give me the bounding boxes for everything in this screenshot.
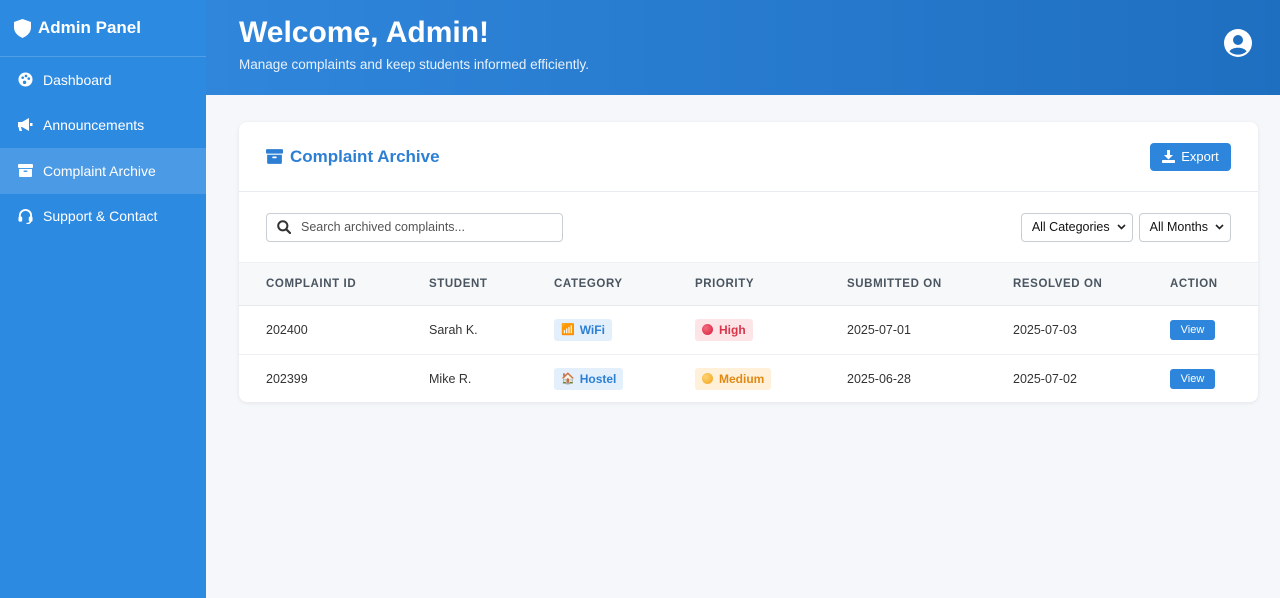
chevron-down-icon	[1215, 224, 1224, 230]
sidebar-item-support[interactable]: Support & Contact	[0, 194, 206, 240]
wifi-icon: 📶	[561, 324, 575, 337]
priority-badge: Medium	[695, 367, 772, 390]
cell-complaint-id: 202400	[266, 322, 308, 337]
complaints-table: Complaint ID Student Category Priority S…	[239, 262, 1258, 402]
brand-title: Admin Panel	[38, 18, 141, 37]
cell-resolved-on: 2025-07-02	[1013, 371, 1077, 386]
cell-category: 📶 WiFi	[554, 306, 695, 355]
view-button[interactable]: View	[1170, 319, 1215, 340]
complaint-archive-card: Complaint Archive Export All Categories …	[239, 122, 1258, 402]
page-title: Welcome, Admin!	[239, 16, 490, 49]
house-icon: 🏠	[561, 373, 575, 385]
shield-icon	[14, 18, 31, 38]
cell-resolved-on: 2025-07-03	[1013, 322, 1077, 337]
chevron-down-icon	[1117, 224, 1126, 230]
sidebar-item-label: Dashboard	[43, 71, 112, 88]
sidebar-item-label: Complaint Archive	[43, 162, 156, 179]
search-box[interactable]	[266, 212, 563, 242]
page-subtitle: Manage complaints and keep students info…	[239, 57, 589, 72]
cell-priority: High	[695, 306, 847, 355]
card-title: Complaint Archive	[266, 147, 440, 167]
sidebar: Admin Panel Dashboard Announcements Comp…	[0, 0, 206, 598]
download-icon	[1162, 150, 1176, 163]
megaphone-icon	[17, 117, 33, 133]
priority-label: Medium	[719, 371, 765, 386]
view-button[interactable]: View	[1170, 368, 1215, 389]
th-category: Category	[554, 278, 623, 290]
month-select[interactable]: All Months	[1138, 212, 1231, 242]
category-select[interactable]: All Categories	[1020, 212, 1133, 242]
cell-complaint-id: 202399	[266, 371, 308, 386]
cell-submitted-on: 2025-07-01	[847, 322, 911, 337]
red-circle-icon	[702, 324, 713, 336]
category-select-value: All Categories	[1031, 220, 1110, 234]
sidebar-item-label: Support & Contact	[43, 208, 158, 225]
th-priority: Priority	[695, 278, 755, 290]
card-header: Complaint Archive Export	[239, 122, 1258, 192]
sidebar-item-label: Announcements	[43, 117, 145, 134]
month-select-value: All Months	[1149, 220, 1208, 234]
priority-label: High	[719, 322, 746, 337]
category-label: Hostel	[579, 371, 617, 386]
table-row: 202400 Sarah K. 📶 WiFi High 2025-07-01 2…	[239, 306, 1258, 355]
sidebar-item-announcements[interactable]: Announcements	[0, 103, 206, 149]
sidebar-item-complaint-archive[interactable]: Complaint Archive	[0, 148, 206, 194]
export-label: Export	[1181, 149, 1219, 164]
table-header-row: Complaint ID Student Category Priority S…	[239, 262, 1258, 306]
search-icon	[277, 220, 291, 234]
headset-icon	[17, 208, 33, 224]
category-badge: 📶 WiFi	[554, 318, 612, 341]
cell-student: Sarah K.	[429, 322, 478, 337]
th-action: Action	[1170, 278, 1218, 290]
table-row: 202399 Mike R. 🏠 Hostel Medium 2025-06-2…	[239, 354, 1258, 402]
th-student: Student	[429, 278, 488, 290]
category-label: WiFi	[579, 322, 605, 337]
orange-circle-icon	[702, 373, 713, 384]
cell-action: View	[1170, 306, 1258, 355]
category-badge: 🏠 Hostel	[554, 367, 624, 390]
cell-student: Mike R.	[429, 371, 472, 386]
filter-toolbar: All Categories All Months	[239, 192, 1258, 262]
export-button[interactable]: Export	[1150, 142, 1231, 171]
palette-icon	[17, 72, 33, 88]
cell-priority: Medium	[695, 354, 847, 402]
th-submitted-on: Submitted On	[847, 278, 942, 290]
cell-action: View	[1170, 354, 1258, 402]
page-header: Welcome, Admin! Manage complaints and ke…	[206, 0, 1280, 95]
archive-icon	[266, 149, 283, 164]
cell-submitted-on: 2025-06-28	[847, 371, 911, 386]
th-complaint-id: Complaint ID	[266, 278, 357, 290]
archive-icon	[17, 163, 33, 179]
th-resolved-on: Resolved On	[1013, 278, 1103, 290]
filter-selects: All Categories All Months	[1020, 212, 1231, 242]
priority-badge: High	[695, 318, 753, 341]
cell-category: 🏠 Hostel	[554, 354, 695, 402]
search-input[interactable]	[301, 220, 541, 234]
sidebar-item-dashboard[interactable]: Dashboard	[0, 57, 206, 103]
user-avatar-icon[interactable]	[1224, 29, 1252, 57]
brand[interactable]: Admin Panel	[0, 0, 206, 57]
card-title-text: Complaint Archive	[290, 146, 440, 166]
